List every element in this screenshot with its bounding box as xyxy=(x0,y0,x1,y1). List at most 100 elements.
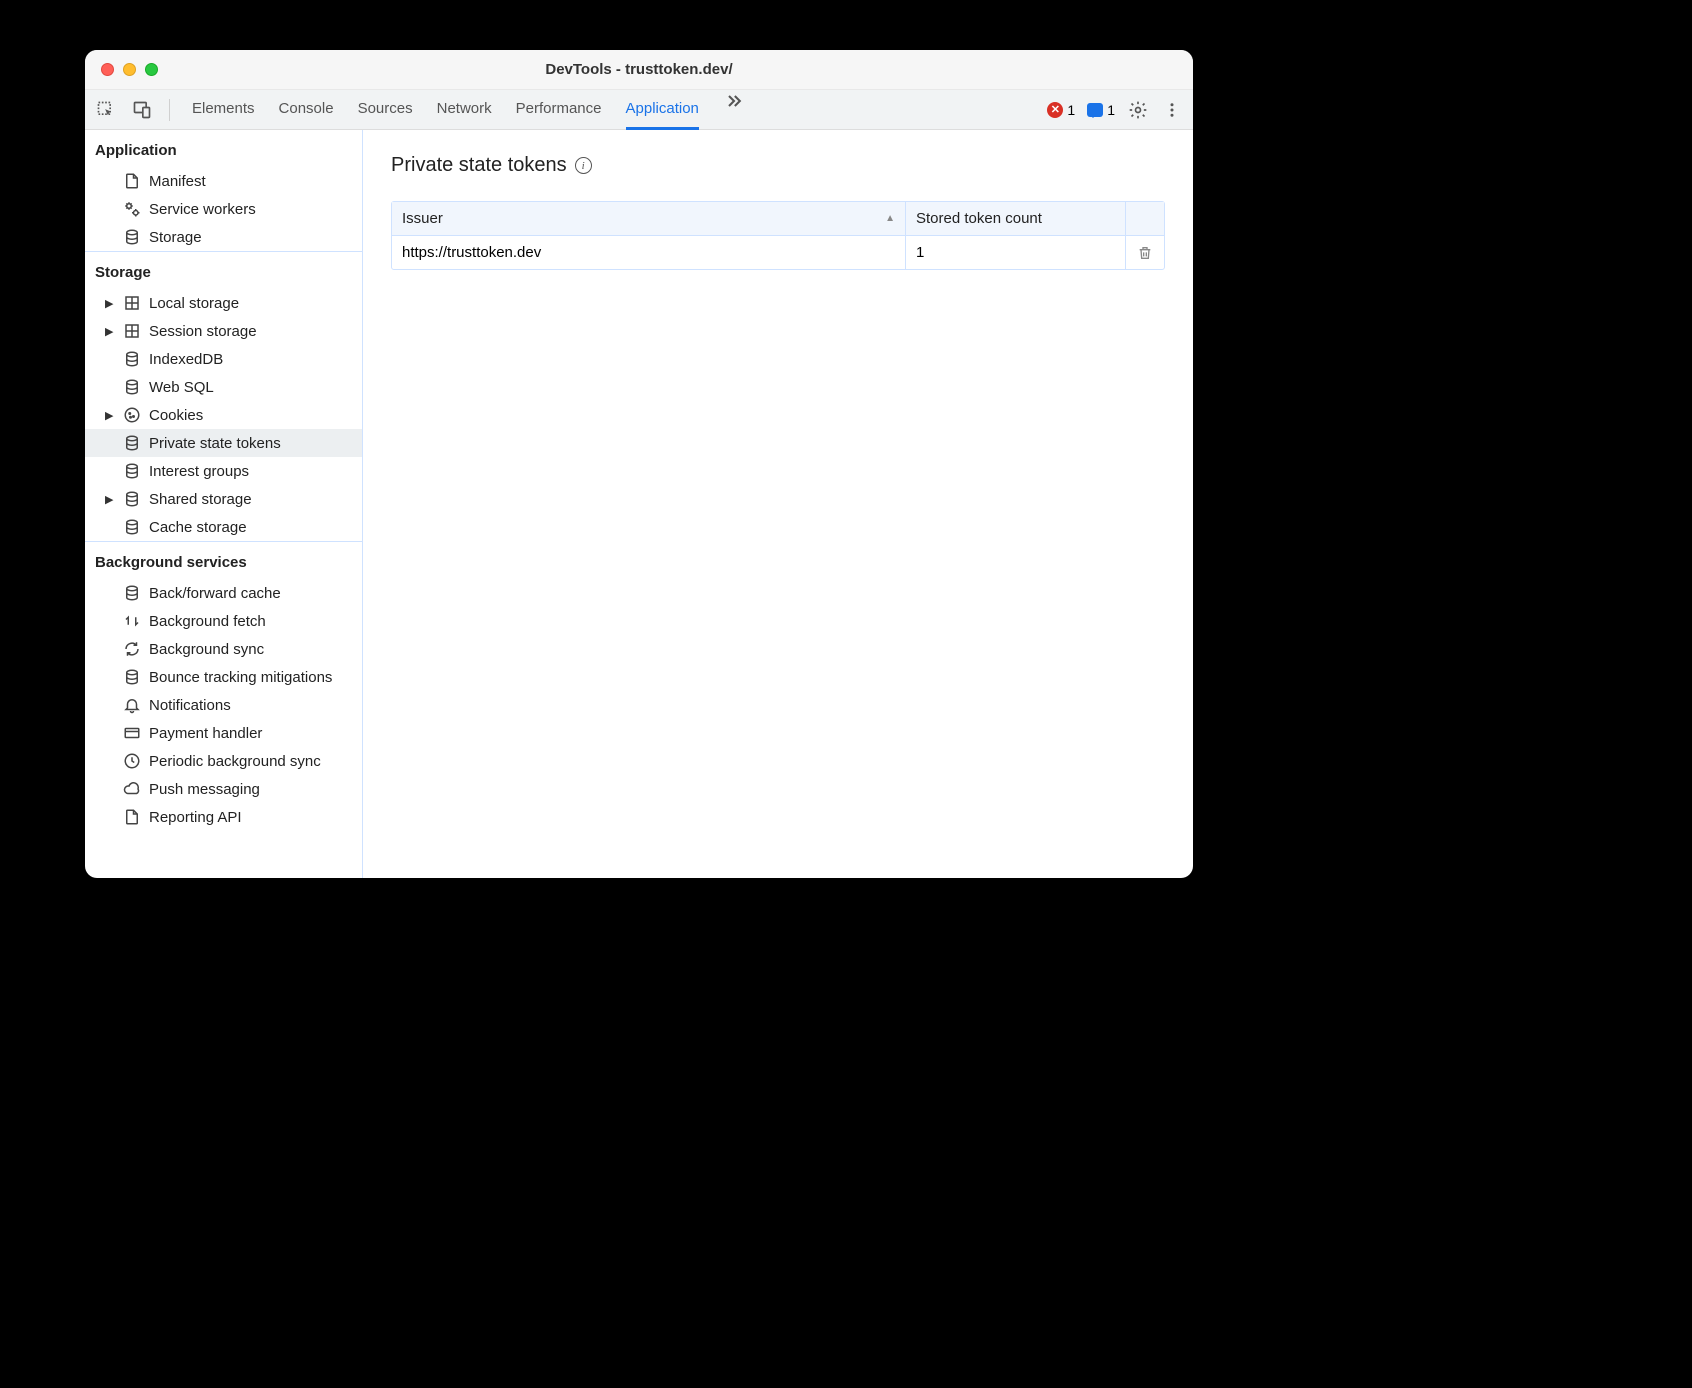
db-icon xyxy=(123,434,141,452)
header-issuer[interactable]: Issuer ▲ xyxy=(392,202,906,235)
sidebar-item-indexeddb[interactable]: IndexedDB xyxy=(85,345,362,373)
table-head: Issuer ▲ Stored token count xyxy=(392,202,1164,236)
sidebar-item-label: Push messaging xyxy=(149,781,260,798)
panel-title-row: Private state tokens i xyxy=(391,154,1165,177)
sidebar-item-label: Manifest xyxy=(149,173,206,190)
tab-application[interactable]: Application xyxy=(626,90,699,130)
db-icon xyxy=(123,378,141,396)
cloud-icon xyxy=(123,780,141,798)
sidebar-item-label: Back/forward cache xyxy=(149,585,281,602)
db-icon xyxy=(123,518,141,536)
error-count[interactable]: ✕ 1 xyxy=(1047,102,1075,118)
info-icon[interactable]: i xyxy=(575,157,592,174)
sidebar-item-label: Cookies xyxy=(149,407,203,424)
cell-issuer-value: https://trusttoken.dev xyxy=(402,244,541,261)
device-toggle-icon[interactable] xyxy=(131,99,153,121)
sidebar-item-label: Session storage xyxy=(149,323,257,340)
more-tabs-icon[interactable] xyxy=(723,90,745,112)
message-icon xyxy=(1087,103,1103,117)
kebab-menu-icon[interactable] xyxy=(1161,99,1183,121)
sidebar-item-cache-storage[interactable]: Cache storage xyxy=(85,513,362,541)
expand-arrow-icon: ▶ xyxy=(105,325,115,338)
sidebar-item-payment-handler[interactable]: Payment handler xyxy=(85,719,362,747)
devtools-window: DevTools - trusttoken.dev/ Elements Cons… xyxy=(85,50,1193,878)
cell-delete xyxy=(1126,236,1164,269)
separator xyxy=(169,99,170,121)
sidebar-item-label: IndexedDB xyxy=(149,351,223,368)
sidebar-item-interest-groups[interactable]: Interest groups xyxy=(85,457,362,485)
sidebar-item-storage[interactable]: Storage xyxy=(85,223,362,251)
cell-issuer: https://trusttoken.dev xyxy=(392,236,906,269)
sidebar-item-label: Payment handler xyxy=(149,725,262,742)
sidebar-item-shared-storage[interactable]: ▶Shared storage xyxy=(85,485,362,513)
sidebar-item-web-sql[interactable]: Web SQL xyxy=(85,373,362,401)
sidebar-item-label: Periodic background sync xyxy=(149,753,321,770)
sidebar-item-background-sync[interactable]: Background sync xyxy=(85,635,362,663)
db-icon xyxy=(123,228,141,246)
message-count-value: 1 xyxy=(1107,102,1115,118)
tab-sources[interactable]: Sources xyxy=(358,90,413,130)
sidebar-item-label: Background fetch xyxy=(149,613,266,630)
header-count-label: Stored token count xyxy=(916,210,1042,227)
inspect-icon[interactable] xyxy=(95,99,117,121)
tab-elements[interactable]: Elements xyxy=(192,90,255,130)
sidebar-item-label: Notifications xyxy=(149,697,231,714)
message-count[interactable]: 1 xyxy=(1087,102,1115,118)
sidebar-item-label: Reporting API xyxy=(149,809,242,826)
sidebar-item-periodic-background-sync[interactable]: Periodic background sync xyxy=(85,747,362,775)
sidebar-item-label: Service workers xyxy=(149,201,256,218)
sidebar-item-service-workers[interactable]: Service workers xyxy=(85,195,362,223)
header-actions xyxy=(1126,202,1164,235)
traffic-lights xyxy=(101,63,158,76)
error-count-value: 1 xyxy=(1067,102,1075,118)
main-panel: Private state tokens i Issuer ▲ Stored t… xyxy=(363,130,1193,878)
sidebar-item-private-state-tokens[interactable]: Private state tokens xyxy=(85,429,362,457)
sidebar: Application ManifestService workersStora… xyxy=(85,130,363,878)
header-issuer-label: Issuer xyxy=(402,210,443,227)
error-icon: ✕ xyxy=(1047,102,1063,118)
sidebar-item-label: Cache storage xyxy=(149,519,247,536)
tab-network[interactable]: Network xyxy=(437,90,492,130)
db-icon xyxy=(123,584,141,602)
sidebar-item-label: Web SQL xyxy=(149,379,214,396)
gears-icon xyxy=(123,200,141,218)
file-icon xyxy=(123,808,141,826)
db-icon xyxy=(123,350,141,368)
tab-console[interactable]: Console xyxy=(279,90,334,130)
cell-count: 1 xyxy=(906,236,1126,269)
sidebar-item-push-messaging[interactable]: Push messaging xyxy=(85,775,362,803)
sidebar-item-bounce-tracking-mitigations[interactable]: Bounce tracking mitigations xyxy=(85,663,362,691)
cookie-icon xyxy=(123,406,141,424)
sidebar-item-back-forward-cache[interactable]: Back/forward cache xyxy=(85,579,362,607)
sidebar-item-background-fetch[interactable]: Background fetch xyxy=(85,607,362,635)
sidebar-item-label: Private state tokens xyxy=(149,435,281,452)
sidebar-item-label: Storage xyxy=(149,229,202,246)
sidebar-item-reporting-api[interactable]: Reporting API xyxy=(85,803,362,831)
db-icon xyxy=(123,462,141,480)
sidebar-item-label: Local storage xyxy=(149,295,239,312)
sidebar-item-session-storage[interactable]: ▶ Session storage xyxy=(85,317,362,345)
grid-icon xyxy=(123,294,141,312)
titlebar: DevTools - trusttoken.dev/ xyxy=(85,50,1193,90)
sidebar-item-manifest[interactable]: Manifest xyxy=(85,167,362,195)
panel-title: Private state tokens xyxy=(391,154,567,177)
close-window-button[interactable] xyxy=(101,63,114,76)
zoom-window-button[interactable] xyxy=(145,63,158,76)
settings-icon[interactable] xyxy=(1127,99,1149,121)
sidebar-item-cookies[interactable]: ▶Cookies xyxy=(85,401,362,429)
db-icon xyxy=(123,668,141,686)
tokens-table: Issuer ▲ Stored token count https://trus… xyxy=(391,201,1165,270)
grid-icon xyxy=(123,322,141,340)
minimize-window-button[interactable] xyxy=(123,63,136,76)
tabs: Elements Console Sources Network Perform… xyxy=(192,90,745,130)
table-row[interactable]: https://trusttoken.dev 1 xyxy=(392,236,1164,269)
file-icon xyxy=(123,172,141,190)
expand-arrow-icon: ▶ xyxy=(105,493,115,506)
sidebar-item-local-storage[interactable]: ▶Local storage xyxy=(85,289,362,317)
sidebar-item-notifications[interactable]: Notifications xyxy=(85,691,362,719)
header-count[interactable]: Stored token count xyxy=(906,202,1126,235)
tab-performance[interactable]: Performance xyxy=(516,90,602,130)
clock-icon xyxy=(123,752,141,770)
trash-icon[interactable] xyxy=(1137,245,1153,261)
tabbar: Elements Console Sources Network Perform… xyxy=(85,90,1193,130)
